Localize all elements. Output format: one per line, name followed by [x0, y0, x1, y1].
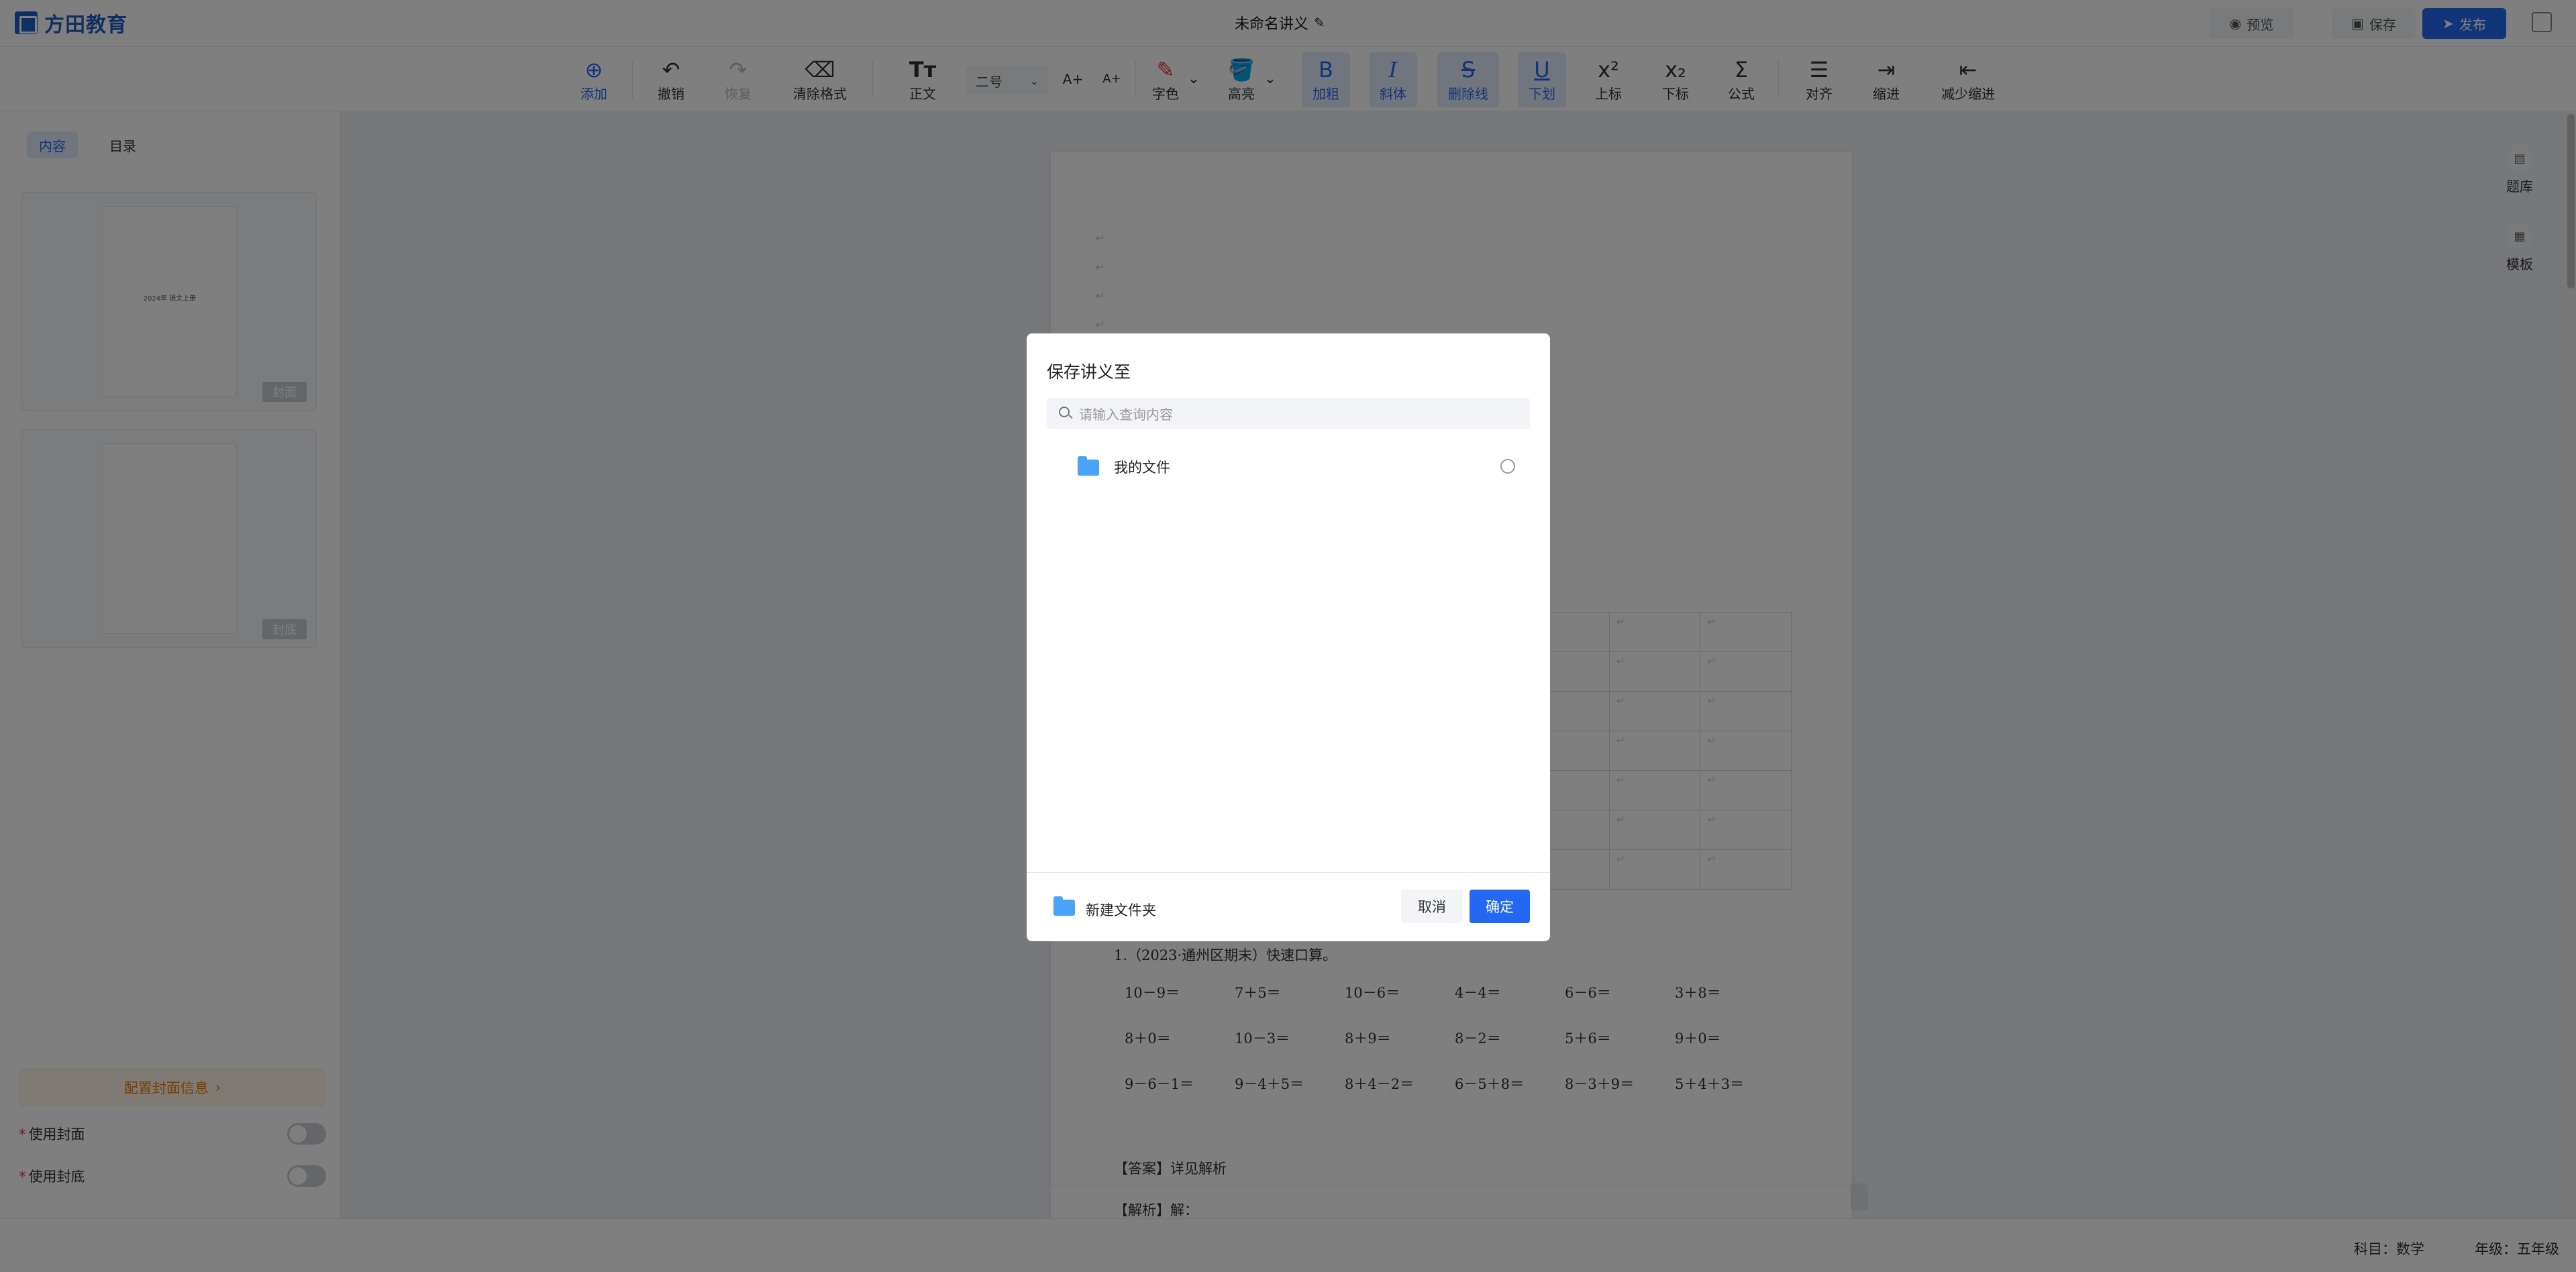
new-folder-icon[interactable]: [1053, 896, 1075, 916]
search-input[interactable]: 请输入查询内容: [1047, 398, 1530, 429]
dialog-footer: 新建文件夹 取消 确定: [1027, 872, 1550, 941]
folder-icon: [1078, 456, 1099, 476]
search-placeholder: 请输入查询内容: [1079, 406, 1173, 423]
folder-name: 我的文件: [1114, 460, 1170, 476]
search-icon: [1059, 407, 1070, 417]
folder-radio[interactable]: [1500, 459, 1515, 474]
folder-item[interactable]: 我的文件: [1047, 446, 1530, 485]
save-dialog: 保存讲义至 请输入查询内容 我的文件 新建文件夹 取消 确定: [1027, 333, 1550, 941]
new-folder-button[interactable]: 新建文件夹: [1086, 900, 1156, 920]
confirm-button[interactable]: 确定: [1470, 890, 1530, 923]
cancel-button[interactable]: 取消: [1401, 890, 1463, 923]
dialog-title: 保存讲义至: [1047, 362, 1131, 382]
